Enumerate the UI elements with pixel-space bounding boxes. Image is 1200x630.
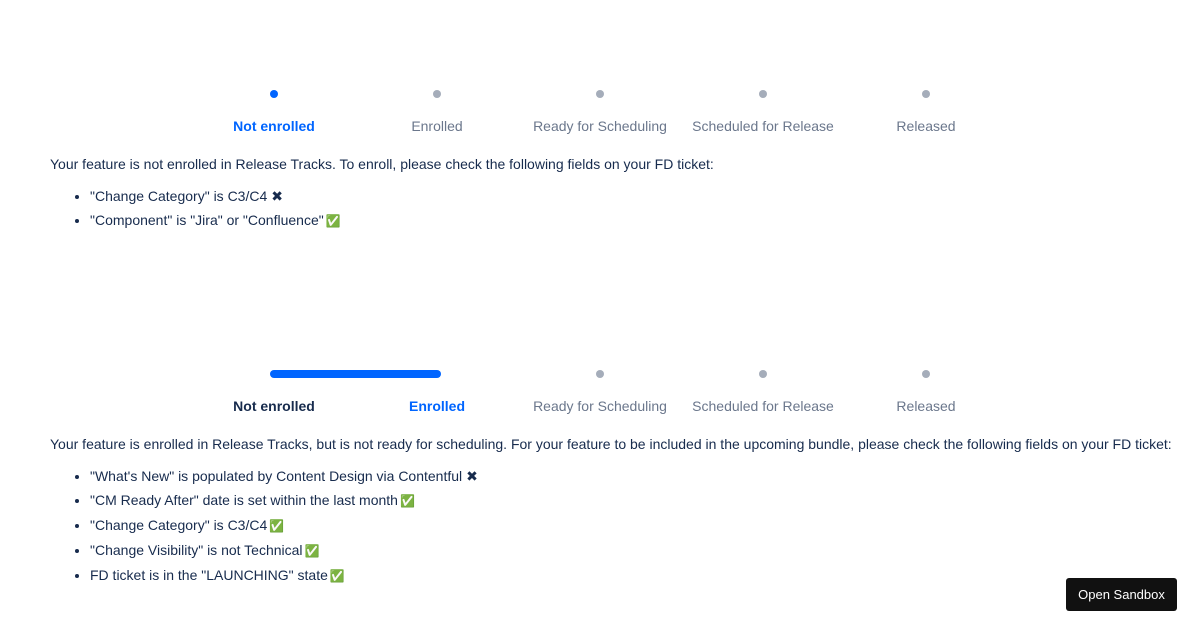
list-item: "What's New" is populated by Content Des…	[90, 464, 478, 488]
not-enrolled-description: Your feature is not enrolled in Release …	[50, 156, 714, 172]
check-mark-icon: ✅	[325, 214, 341, 228]
enrolled-description: Your feature is enrolled in Release Trac…	[50, 436, 1172, 452]
progress-tracker-not-enrolled: Not enrolled Enrolled Ready for Scheduli…	[0, 84, 1200, 144]
step-label: Enrolled	[411, 118, 463, 134]
step-label: Released	[896, 118, 956, 134]
step-dot	[922, 90, 930, 98]
step-dot	[759, 370, 767, 378]
step-scheduled-for-release: Scheduled for Release	[678, 84, 848, 134]
check-text: "Component" is "Jira" or "Confluence"	[90, 212, 324, 228]
list-item: "Change Category" is C3/C4✖	[90, 184, 341, 208]
check-text: "Change Category" is C3/C4	[90, 188, 268, 204]
step-label: Released	[896, 398, 956, 414]
check-text: "Change Visibility" is not Technical	[90, 542, 303, 558]
step-label: Ready for Scheduling	[533, 118, 667, 134]
step-enrolled: Enrolled	[352, 364, 522, 414]
step-dot	[759, 90, 767, 98]
scheduling-checklist: "What's New" is populated by Content Des…	[50, 464, 478, 588]
step-dot-current	[270, 90, 278, 98]
step-label: Scheduled for Release	[692, 118, 834, 134]
step-not-enrolled: Not enrolled	[189, 84, 359, 134]
step-ready-for-scheduling: Ready for Scheduling	[515, 84, 685, 134]
release-tracks-page: Not enrolled Enrolled Ready for Scheduli…	[0, 0, 1200, 630]
step-not-enrolled: Not enrolled	[189, 364, 359, 414]
open-sandbox-button[interactable]: Open Sandbox	[1066, 578, 1177, 611]
step-ready-for-scheduling: Ready for Scheduling	[515, 364, 685, 414]
step-label: Ready for Scheduling	[533, 398, 667, 414]
step-scheduled-for-release: Scheduled for Release	[678, 364, 848, 414]
list-item: "Component" is "Jira" or "Confluence"✅	[90, 208, 341, 233]
list-item: "CM Ready After" date is set within the …	[90, 488, 478, 513]
list-item: "Change Visibility" is not Technical✅	[90, 538, 478, 563]
check-text: "What's New" is populated by Content Des…	[90, 468, 463, 484]
check-mark-icon: ✅	[304, 544, 320, 558]
check-mark-icon: ✅	[269, 519, 285, 533]
check-text: FD ticket is in the "LAUNCHING" state	[90, 567, 328, 583]
step-released: Released	[841, 84, 1011, 134]
step-dot	[596, 370, 604, 378]
check-text: "CM Ready After" date is set within the …	[90, 492, 398, 508]
step-label: Scheduled for Release	[692, 398, 834, 414]
check-text: "Change Category" is C3/C4	[90, 517, 268, 533]
cross-icon: ✖	[466, 468, 478, 484]
step-label: Not enrolled	[233, 398, 315, 414]
check-mark-icon: ✅	[399, 494, 415, 508]
step-enrolled: Enrolled	[352, 84, 522, 134]
list-item: "Change Category" is C3/C4✅	[90, 513, 478, 538]
step-label: Enrolled	[408, 398, 465, 414]
step-dot	[922, 370, 930, 378]
check-mark-icon: ✅	[329, 569, 345, 583]
enrollment-checklist: "Change Category" is C3/C4✖ "Component" …	[50, 184, 341, 233]
cross-icon: ✖	[271, 188, 283, 204]
list-item: FD ticket is in the "LAUNCHING" state✅	[90, 563, 478, 588]
step-dot	[433, 90, 441, 98]
step-released: Released	[841, 364, 1011, 414]
step-label: Not enrolled	[233, 118, 315, 134]
step-dot	[596, 90, 604, 98]
progress-tracker-enrolled: Not enrolled Enrolled Ready for Scheduli…	[0, 364, 1200, 424]
